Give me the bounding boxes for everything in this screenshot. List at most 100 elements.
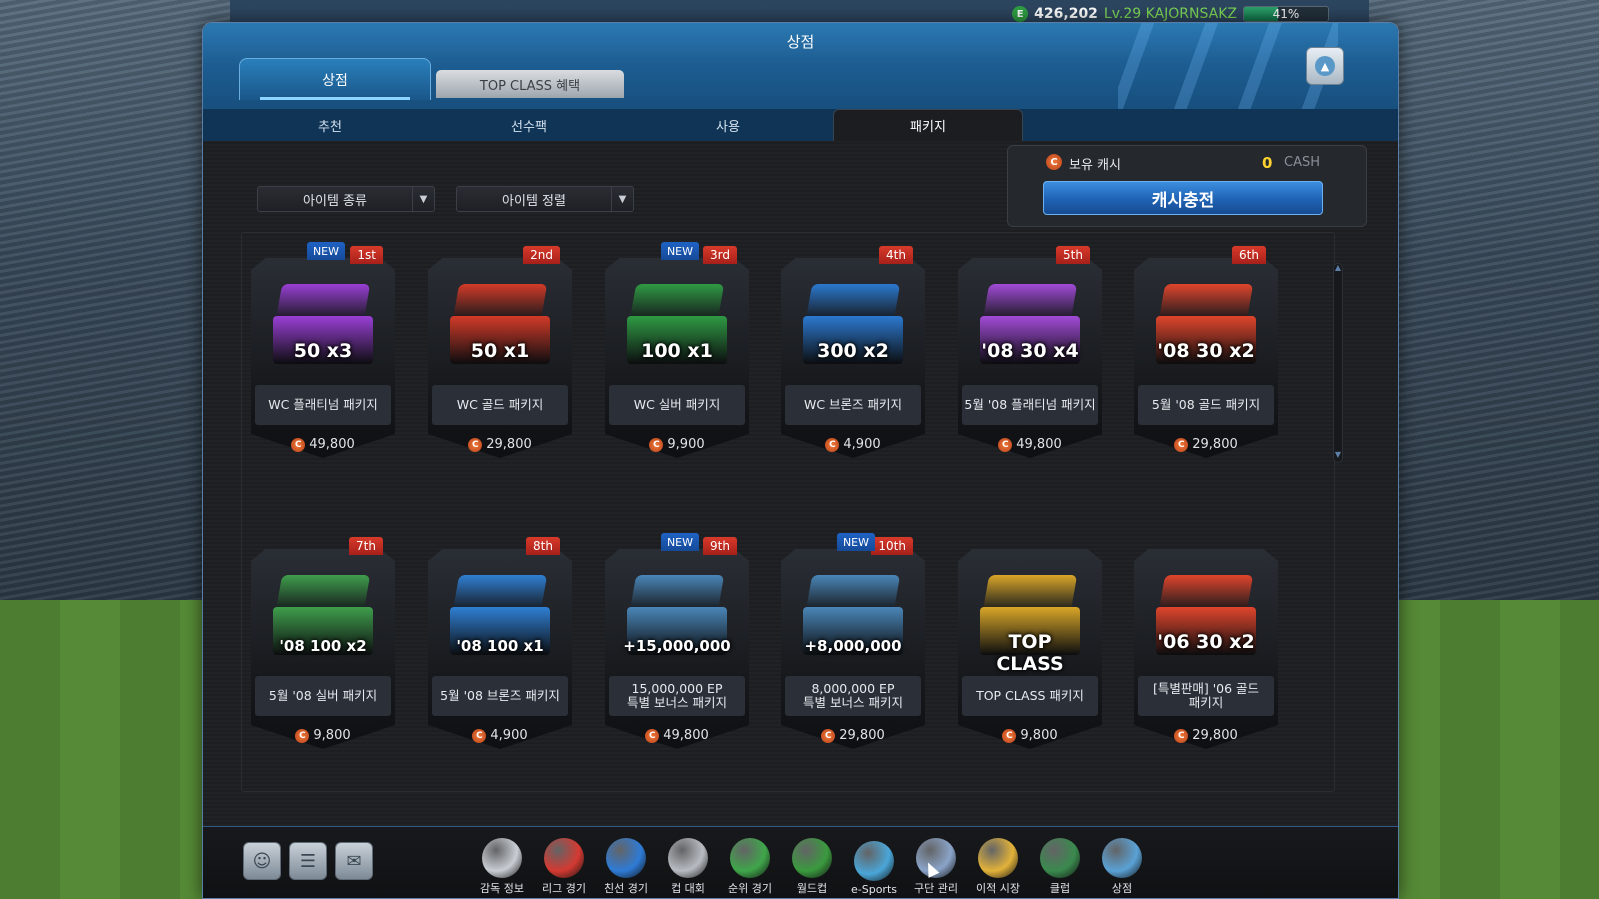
box-caption: 300 x2: [817, 340, 889, 362]
chat-icon: ☰: [299, 850, 317, 872]
box-lid: [452, 575, 548, 611]
package-box-icon: '08 100 x2: [267, 571, 379, 663]
package-price: C 9,800: [251, 728, 395, 743]
menu-item[interactable]: 감독 정보: [471, 834, 533, 896]
cash-balance: 0: [1262, 154, 1273, 172]
whistle-icon: [482, 838, 522, 878]
package-card[interactable]: '06 30 x2 [특별판매] '06 골드 패키지 C 29,800: [1134, 537, 1278, 755]
jersey-icon: [978, 838, 1018, 878]
package-card[interactable]: 50 x1 WC 골드 패키지 C 29,800 2nd: [428, 246, 572, 464]
menu-item[interactable]: 이적 시장: [967, 834, 1029, 896]
item-type-dropdown[interactable]: 아이템 종류 ▼: [257, 186, 435, 212]
charge-cash-button[interactable]: 캐시충전: [1043, 181, 1323, 215]
subtab-consumables[interactable]: 사용: [633, 109, 823, 141]
menu-item[interactable]: 친선 경기: [595, 834, 657, 896]
package-name: 5월 '08 골드 패키지: [1138, 385, 1274, 425]
rank-badge: 10th: [871, 537, 913, 555]
menu-label: e-Sports: [851, 883, 897, 896]
cash-coin-icon: C: [998, 437, 1013, 452]
box-lid: [275, 284, 371, 320]
package-price: C 9,900: [605, 437, 749, 452]
scroll-down-icon[interactable]: ▼: [1333, 450, 1343, 459]
cash-unit: CASH: [1284, 155, 1320, 170]
mail-button[interactable]: ✉: [335, 842, 373, 880]
ep-currency-icon: E: [1012, 6, 1029, 22]
package-card[interactable]: '08 30 x4 5월 '08 플래티넘 패키지 C 49,800 5th: [958, 246, 1102, 464]
package-box-icon: 50 x3: [267, 280, 379, 372]
package-card[interactable]: 50 x3 WC 플래티넘 패키지 C 49,800 1st NEW: [251, 242, 395, 464]
box-caption: '06 30 x2: [1157, 631, 1255, 653]
menu-item[interactable]: 월드컵: [781, 834, 843, 896]
grid-scrollbar[interactable]: [1333, 263, 1343, 463]
box-lid: [1158, 284, 1254, 320]
menu-item[interactable]: 순위 경기: [719, 834, 781, 896]
exp-progress-bar: 41%: [1243, 6, 1329, 22]
package-price: C 29,800: [781, 728, 925, 743]
menu-label: 상점: [1111, 882, 1133, 895]
cash-coin-icon: C: [295, 728, 310, 743]
package-box-icon: TOP CLASS: [974, 571, 1086, 675]
bottom-menu-bar: ☺ ☰ ✉ 감독 정보 리그 경기 친선 경기 컵 대회 순위 경기 월드컵 e-Sport…: [203, 826, 1398, 898]
package-price: C 49,800: [605, 728, 749, 743]
package-card[interactable]: '08 100 x1 5월 '08 브론즈 패키지 C 4,900 8th: [428, 537, 572, 755]
price-value: 49,800: [1016, 437, 1062, 452]
box-caption: '08 100 x2: [279, 637, 367, 655]
box-lid: [629, 284, 725, 320]
window-title: 상점: [786, 33, 815, 51]
box-lid: [452, 284, 548, 320]
cash-panel: C 보유 캐시 0 CASH 캐시충전: [1007, 145, 1367, 227]
package-price: C 4,900: [428, 728, 572, 743]
rank-badge: 6th: [1232, 246, 1266, 264]
package-card[interactable]: +8,000,000 8,000,000 EP 특별 보너스 패키지 C 29,800…: [781, 533, 925, 755]
scroll-up-icon[interactable]: ▲: [1333, 263, 1343, 272]
package-card[interactable]: '08 30 x2 5월 '08 골드 패키지 C 29,800 6th: [1134, 246, 1278, 464]
package-name: [특별판매] '06 골드 패키지: [1138, 676, 1274, 716]
exp-progress-label: 41%: [1272, 7, 1300, 21]
package-box-icon: 300 x2: [797, 280, 909, 372]
box-lid: [805, 575, 901, 611]
package-box-icon: '08 100 x1: [444, 571, 556, 663]
package-name: 5월 '08 실버 패키지: [255, 676, 391, 716]
menu-item[interactable]: 클럽: [1029, 834, 1091, 896]
cash-coin-icon: C: [825, 437, 840, 452]
rank-badge: 5th: [1056, 246, 1090, 264]
rank-badge: 1st: [350, 246, 383, 264]
chat-button[interactable]: ☰: [289, 842, 327, 880]
box-lid: [982, 284, 1078, 320]
chevron-down-icon: ▼: [611, 187, 633, 211]
stadium-stand-left: [0, 0, 230, 640]
collapse-button[interactable]: ▲: [1306, 47, 1344, 85]
tab-top-class-benefits[interactable]: TOP CLASS 혜택: [436, 70, 624, 98]
package-card[interactable]: '08 100 x2 5월 '08 실버 패키지 C 9,800 7th: [251, 537, 395, 755]
shop-category-nav: 추천 선수팩 사용 패키지: [203, 109, 1398, 141]
box-lid: [805, 284, 901, 320]
chevron-down-icon: ▼: [412, 187, 434, 211]
cash-coin-icon: C: [1002, 728, 1017, 743]
menu-label: 리그 경기: [542, 882, 586, 895]
cash-label: 보유 캐시: [1069, 158, 1121, 173]
rank-badge: 9th: [703, 537, 737, 555]
rank-badge: 3rd: [703, 246, 737, 264]
package-box-icon: +15,000,000: [621, 571, 733, 663]
trophy-icon: [668, 838, 708, 878]
package-card[interactable]: TOP CLASS TOP CLASS 패키지 C 9,800: [958, 537, 1102, 755]
package-card[interactable]: +15,000,000 15,000,000 EP 특별 보너스 패키지 C 49,8…: [605, 533, 749, 755]
menu-item[interactable]: 상점: [1091, 834, 1153, 896]
menu-item[interactable]: 리그 경기: [533, 834, 595, 896]
menu-item[interactable]: e-Sports: [843, 834, 905, 896]
box-caption: '08 30 x2: [1157, 340, 1255, 362]
subtab-player-packs[interactable]: 선수팩: [434, 109, 624, 141]
profile-button[interactable]: ☺: [243, 842, 281, 880]
cash-coin-icon: C: [291, 437, 306, 452]
tab-shop[interactable]: 상점: [239, 58, 431, 100]
menu-label: 이적 시장: [976, 882, 1020, 895]
subtab-recommended[interactable]: 추천: [235, 109, 425, 141]
item-sort-dropdown[interactable]: 아이템 정렬 ▼: [456, 186, 634, 212]
menu-item[interactable]: 컵 대회: [657, 834, 719, 896]
subtab-packages[interactable]: 패키지: [833, 109, 1023, 141]
item-sort-label: 아이템 정렬: [502, 193, 566, 209]
menu-label: 컵 대회: [671, 882, 705, 895]
package-card[interactable]: 100 x1 WC 실버 패키지 C 9,900 3rd NEW: [605, 242, 749, 464]
package-card[interactable]: 300 x2 WC 브론즈 패키지 C 4,900 4th: [781, 246, 925, 464]
stadium-stand-right: [1369, 0, 1599, 640]
